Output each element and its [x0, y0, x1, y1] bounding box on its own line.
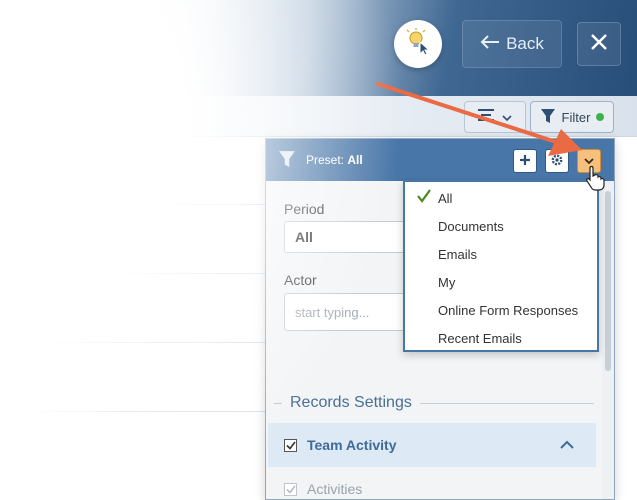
- chevron-down-icon: [502, 108, 512, 126]
- preset-option[interactable]: Emails: [405, 240, 597, 268]
- team-activity-checkbox[interactable]: [284, 438, 297, 452]
- period-value: All: [295, 229, 313, 245]
- preset-option-label: Documents: [438, 218, 504, 234]
- list-view-icon: [478, 108, 494, 126]
- preset-option[interactable]: Documents: [405, 212, 597, 240]
- add-preset-button[interactable]: [513, 149, 537, 173]
- activities-row[interactable]: Activities: [284, 481, 362, 497]
- filter-label: Filter: [561, 109, 591, 125]
- actor-placeholder: start typing...: [295, 304, 370, 320]
- gear-icon: [550, 153, 564, 170]
- panel-scrollbar[interactable]: [602, 181, 614, 499]
- actor-label: Actor: [284, 272, 317, 288]
- list-divider: [30, 273, 270, 274]
- preset-prefix: Preset:: [306, 153, 345, 167]
- activities-checkbox[interactable]: [284, 482, 297, 496]
- preset-option[interactable]: Online Form Responses: [405, 296, 597, 324]
- preset-title: Preset: All: [306, 153, 363, 167]
- funnel-icon: [540, 108, 556, 127]
- list-divider: [30, 204, 270, 205]
- close-icon: [590, 33, 608, 56]
- preset-option-label: Emails: [438, 246, 478, 262]
- list-divider: [30, 411, 270, 412]
- records-settings-title: Records Settings: [290, 394, 412, 411]
- lightbulb-cursor-icon: [404, 27, 432, 61]
- filter-panel-header: Preset: All: [266, 139, 614, 181]
- chevron-down-icon: [584, 154, 594, 168]
- back-button[interactable]: Back: [462, 20, 562, 68]
- period-label: Period: [284, 201, 325, 217]
- plus-icon: [519, 154, 531, 169]
- preset-option-label: All: [438, 190, 453, 206]
- preset-option[interactable]: My: [405, 268, 597, 296]
- filter-active-indicator: [596, 113, 605, 121]
- checkmark-icon: [417, 189, 431, 206]
- records-settings-header: Records Settings: [274, 393, 594, 413]
- chevron-up-icon[interactable]: [560, 436, 574, 454]
- list-divider: [30, 342, 270, 343]
- arrow-left-icon: [480, 34, 500, 54]
- preset-dropdown-button[interactable]: [577, 149, 601, 173]
- tips-button[interactable]: [394, 20, 442, 68]
- filter-button[interactable]: Filter: [530, 101, 614, 133]
- back-label: Back: [506, 34, 544, 53]
- preset-settings-button[interactable]: [545, 149, 569, 173]
- team-activity-row[interactable]: Team Activity: [268, 423, 596, 467]
- close-button[interactable]: [577, 22, 621, 66]
- preset-option-label: My: [438, 274, 456, 290]
- preset-option-label: Online Form Responses: [438, 302, 579, 318]
- preset-dropdown-menu: All Documents Emails My Online Form Resp…: [403, 180, 599, 352]
- team-activity-label: Team Activity: [307, 437, 397, 453]
- scrollbar-thumb[interactable]: [605, 191, 611, 371]
- preset-option[interactable]: All: [405, 184, 597, 212]
- preset-option-label: Recent Emails: [438, 330, 522, 346]
- preset-value: All: [347, 153, 363, 167]
- funnel-icon: [278, 150, 296, 171]
- activities-label: Activities: [307, 481, 363, 497]
- preset-option[interactable]: Recent Emails: [405, 324, 597, 352]
- view-options-button[interactable]: [464, 101, 526, 133]
